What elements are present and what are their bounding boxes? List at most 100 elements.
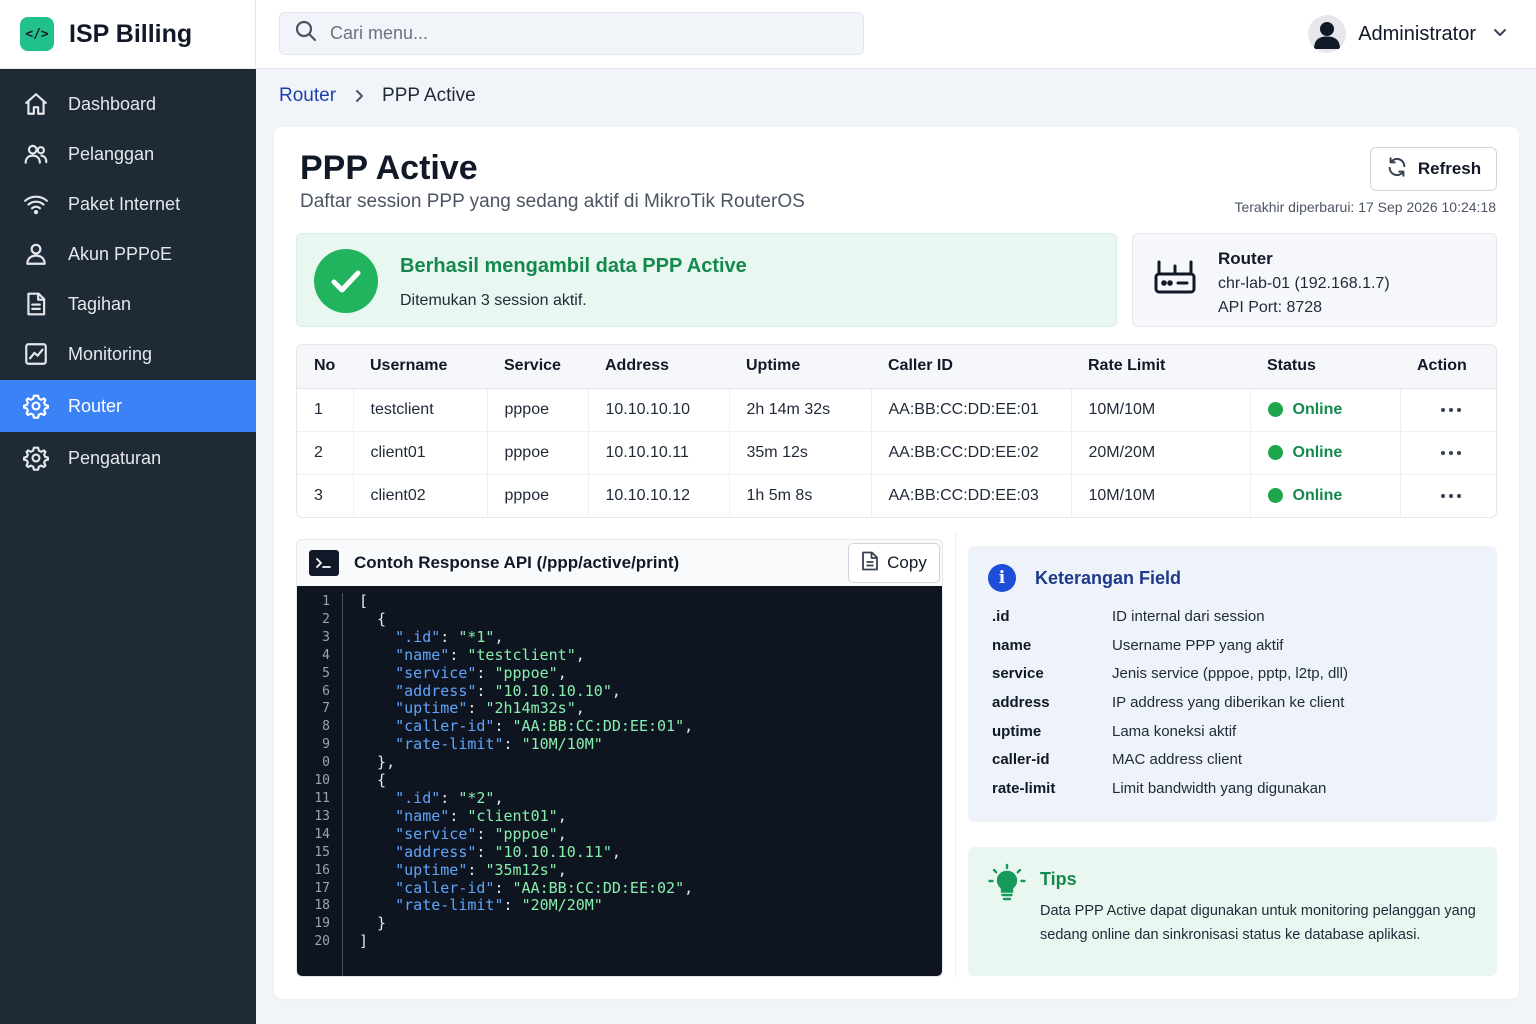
- line-number: 10: [314, 773, 330, 789]
- code-line: "address": "10.10.10.10",: [395, 681, 621, 700]
- sidebar-item-paket-internet[interactable]: Paket Internet: [0, 179, 256, 229]
- status-badge: Online: [1267, 401, 1400, 419]
- sidebar-item-akun-pppoe[interactable]: Akun PPPoE: [0, 229, 256, 279]
- router-name: chr-lab-01 (192.168.1.7): [1218, 275, 1390, 292]
- home-icon: [22, 90, 50, 118]
- invoice-icon: [22, 290, 50, 318]
- column-header: Address: [588, 345, 729, 389]
- column-header: Rate Limit: [1071, 345, 1250, 389]
- sidebar-item-tagihan[interactable]: Tagihan: [0, 279, 256, 329]
- line-number: 8: [322, 719, 330, 735]
- line-number: 7: [322, 701, 330, 717]
- field-row: service Jenis service (pppoe, pptp, l2tp,…: [992, 659, 1348, 688]
- table-row: 1 testclient pppoe 10.10.10.10 2h 14m 32…: [297, 388, 1497, 432]
- code-content: [ { ".id": "*1", "name": "testclient", "…: [343, 592, 694, 976]
- copy-button[interactable]: Copy: [848, 543, 940, 583]
- code-line: "caller-id": "AA:BB:CC:DD:EE:01",: [395, 717, 694, 736]
- more-actions-icon[interactable]: [1418, 450, 1497, 456]
- field-row: name Username PPP yang aktif: [992, 631, 1348, 660]
- cell-address: 10.10.10.11: [588, 431, 730, 475]
- copy-label: Copy: [887, 553, 927, 572]
- field-row: address IP address yang diberikan ke clie…: [992, 688, 1348, 717]
- topbar: Administrator: [256, 0, 1536, 69]
- cell-service: pppoe: [487, 388, 589, 432]
- field-desc: Lama koneksi aktif: [1112, 722, 1237, 740]
- line-number: 0: [322, 755, 330, 771]
- sidebar-item-dashboard[interactable]: Dashboard: [0, 79, 256, 129]
- line-numbers: 1 2 3 4 5 6 7 8 9 0 10 11 13 14 15 16 17 18 19 20: [297, 593, 343, 976]
- field-key: caller-id: [992, 751, 1050, 769]
- cell-no: 2: [297, 431, 354, 475]
- table-row: 3 client02 pppoe 10.10.10.12 1h 5m 8s AA…: [297, 474, 1496, 517]
- field-row: rate-limit Limit bandwidth yang digunakan: [992, 774, 1348, 803]
- cell-service: pppoe: [487, 431, 589, 475]
- cell-action: [1400, 388, 1497, 432]
- field-desc: MAC address client: [1112, 751, 1243, 769]
- refresh-label: Refresh: [1417, 159, 1482, 178]
- cell-address: 10.10.10.12: [588, 474, 730, 517]
- cell-username: client01: [353, 431, 488, 475]
- status-dot-icon: [1267, 488, 1283, 504]
- cell-service: pppoe: [487, 474, 589, 517]
- search-box[interactable]: [279, 12, 864, 55]
- field-list: .id ID internal dari session name Username…: [992, 602, 1348, 803]
- breadcrumb-link-router[interactable]: Router: [279, 85, 336, 107]
- sidebar-item-label: Monitoring: [68, 343, 153, 364]
- more-actions-icon[interactable]: [1418, 493, 1497, 499]
- sidebar-item-label: Paket Internet: [68, 193, 181, 214]
- cell-caller-id: AA:BB:CC:DD:EE:01: [871, 388, 1072, 432]
- sidebar-item-router[interactable]: Router: [0, 380, 256, 432]
- refresh-button[interactable]: Refresh: [1370, 147, 1497, 191]
- sidebar-item-label: Tagihan: [68, 293, 132, 314]
- line-number: 16: [314, 862, 330, 878]
- cell-action: [1400, 474, 1496, 517]
- field-desc: ID internal dari session: [1112, 607, 1265, 625]
- cell-status: Online: [1250, 431, 1401, 475]
- line-number: 3: [322, 629, 330, 645]
- column-header: Status: [1250, 345, 1400, 389]
- users-icon: [22, 140, 50, 168]
- status-badge: Online: [1267, 487, 1400, 505]
- code-logo-icon: </>: [20, 17, 54, 51]
- lightbulb-icon: [988, 863, 1026, 910]
- code-line: "uptime": "2h14m32s",: [395, 699, 585, 718]
- user-menu[interactable]: Administrator: [1308, 15, 1508, 53]
- line-number: 1: [322, 594, 330, 609]
- sidebar-item-label: Dashboard: [68, 93, 157, 114]
- code-line: "name": "client01",: [395, 806, 567, 825]
- cell-no: 3: [297, 474, 354, 517]
- code-line: ".id": "*2",: [395, 788, 504, 807]
- cell-uptime: 35m 12s: [729, 431, 872, 475]
- user-name: Administrator: [1358, 22, 1476, 45]
- avatar: [1308, 15, 1347, 53]
- cell-caller-id: AA:BB:CC:DD:EE:02: [871, 431, 1072, 475]
- search-input[interactable]: [330, 23, 850, 44]
- page-subtitle: Daftar session PPP yang sedang aktif di …: [300, 191, 805, 212]
- code-line: "caller-id": "AA:BB:CC:DD:EE:02",: [395, 878, 694, 897]
- more-actions-icon[interactable]: [1418, 407, 1497, 413]
- code-block[interactable]: 1 2 3 4 5 6 7 8 9 0 10 11 13 14 15 16 17 18 19 20 [ { ".id"…: [297, 586, 942, 976]
- router-label: Router: [1218, 249, 1273, 268]
- router-icon: [1153, 258, 1197, 303]
- code-line: ]: [359, 932, 369, 951]
- brand[interactable]: </> ISP Billing: [0, 0, 256, 69]
- status-dot-icon: [1267, 402, 1283, 417]
- cell-username: testclient: [353, 388, 488, 432]
- gear-icon: [22, 444, 50, 472]
- page-title: PPP Active: [300, 149, 478, 187]
- cell-address: 10.10.10.10: [588, 388, 730, 432]
- field-key: uptime: [992, 722, 1042, 740]
- tips-text: Data PPP Active dapat digunakan untuk mo…: [1040, 903, 1476, 943]
- line-number: 2: [322, 611, 330, 627]
- cell-status: Online: [1250, 474, 1401, 517]
- line-number: 17: [314, 880, 330, 896]
- line-number: 18: [314, 898, 330, 914]
- search-icon: [294, 19, 318, 48]
- router-info: Router chr-lab-01 (192.168.1.7) API Port…: [1132, 233, 1497, 327]
- sidebar-item-pelanggan[interactable]: Pelanggan: [0, 129, 256, 179]
- cell-uptime: 2h 14m 32s: [729, 388, 872, 432]
- cell-status: Online: [1250, 388, 1401, 432]
- line-number: 20: [314, 934, 330, 950]
- sidebar-item-pengaturan[interactable]: Pengaturan: [0, 433, 256, 483]
- sidebar-item-monitoring[interactable]: Monitoring: [0, 329, 256, 379]
